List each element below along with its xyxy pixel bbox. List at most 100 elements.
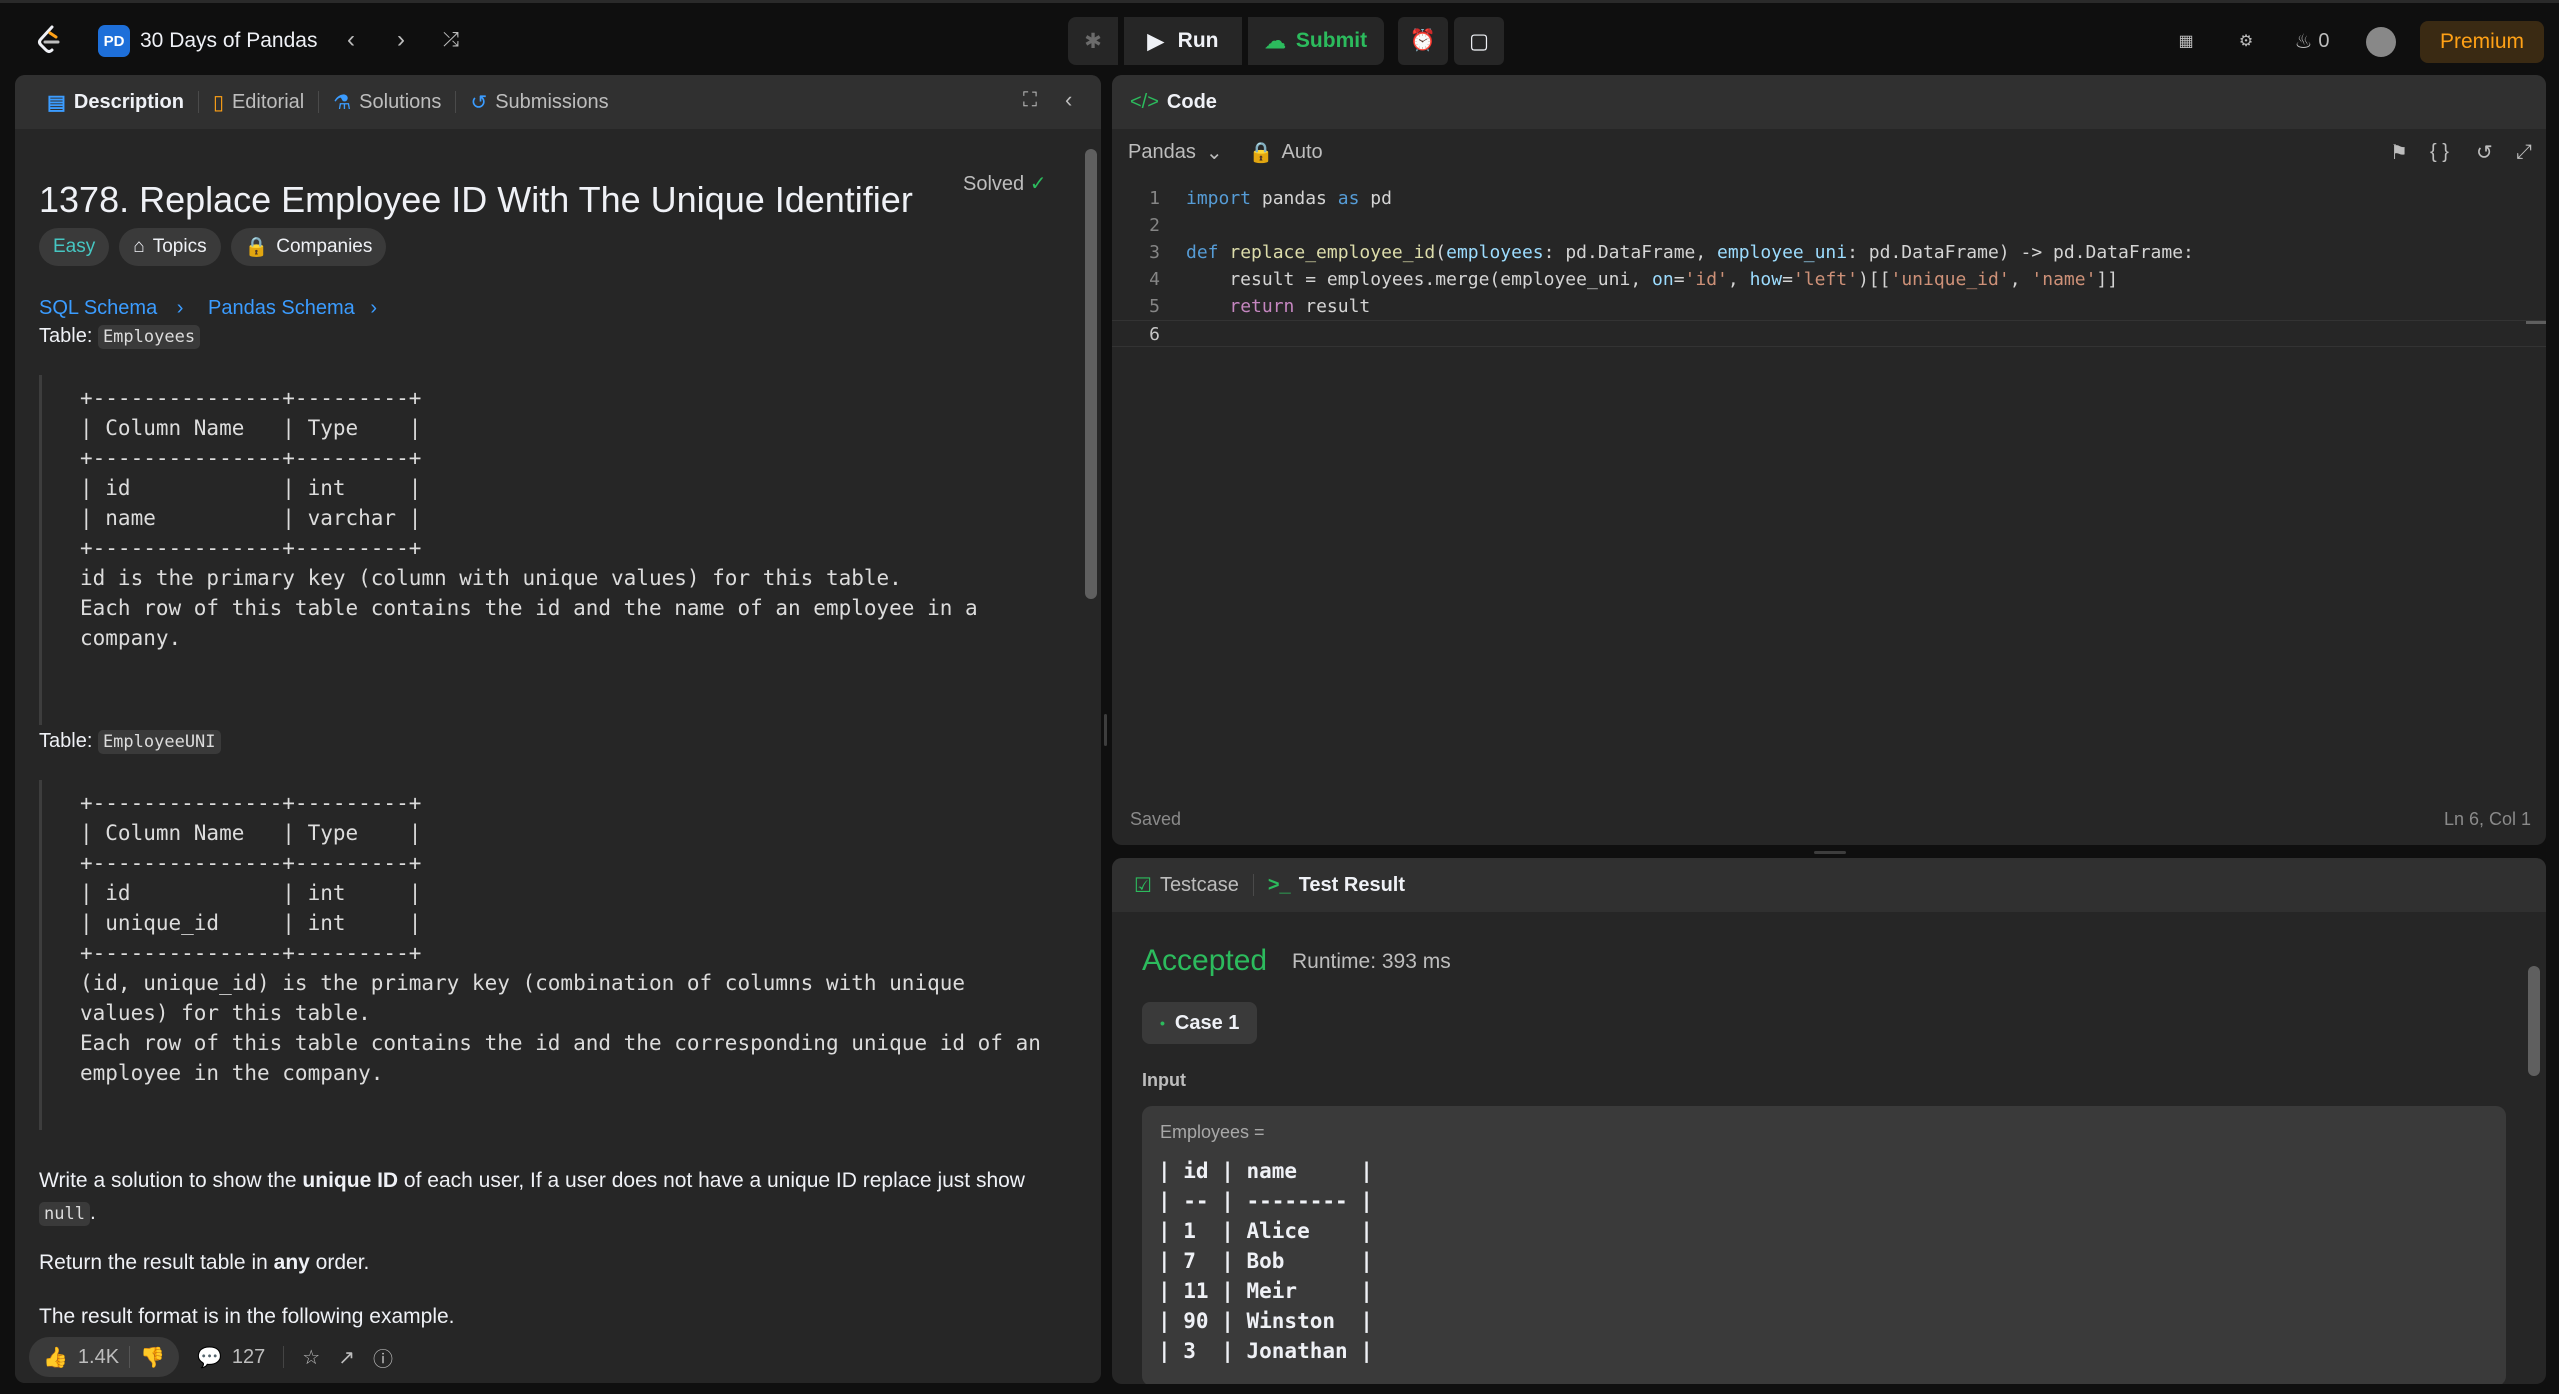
line-content: result = employees.merge(employee_uni, o… — [1186, 269, 2119, 290]
book-icon: ▯ — [212, 91, 224, 114]
submit-button[interactable]: ☁ Submit — [1248, 17, 1384, 65]
timer-button[interactable]: ⏰ — [1398, 17, 1448, 65]
scrollbar-thumb[interactable] — [2528, 966, 2540, 1076]
statement-text: order. — [309, 1251, 370, 1274]
sql-schema-link[interactable]: SQL Schema › — [39, 297, 183, 320]
input-table: | id | name | | -- | -------- | | 1 | Al… — [1158, 1159, 1373, 1363]
result-scrollbar[interactable] — [2524, 912, 2544, 1384]
tab-submissions[interactable]: ↺ Submissions — [456, 75, 622, 129]
reset-icon[interactable]: ↺ — [2476, 140, 2493, 165]
table2-prefix: Table: — [39, 730, 93, 752]
pandas-schema-label: Pandas Schema — [208, 297, 355, 319]
thumbs-down-icon[interactable]: 👎 — [140, 1345, 165, 1370]
notes-button[interactable]: ▢ — [1454, 17, 1504, 65]
comments-button[interactable]: 💬 127 — [197, 1345, 265, 1370]
difficulty-badge: Easy — [39, 228, 110, 266]
debug-button[interactable]: ✱ — [1068, 17, 1118, 65]
companies-chip[interactable]: 🔒 Companies — [230, 228, 387, 266]
shuffle-icon[interactable]: ⤮ — [436, 25, 466, 55]
tab-solutions[interactable]: ⚗ Solutions — [319, 75, 455, 129]
tab-editorial-label: Editorial — [231, 90, 305, 113]
line-number: 6 — [1149, 324, 1160, 345]
chevron-right-icon: › — [176, 297, 184, 319]
table2-heading: Table: EmployeeUNI — [39, 730, 221, 754]
bookmark-icon[interactable]: ⚑ — [2390, 140, 2408, 165]
tab-test-result[interactable]: >_ Test Result — [1254, 858, 1419, 912]
table1-schema-block: +---------------+---------+ | Column Nam… — [39, 375, 1075, 725]
study-plan-title[interactable]: 30 Days of Pandas — [140, 29, 317, 53]
companies-label: Companies — [276, 236, 373, 257]
lock-icon: 🔒 — [1248, 141, 1274, 164]
topics-chip[interactable]: ⌂ Topics — [119, 228, 221, 266]
scrollbar-thumb[interactable] — [1085, 149, 1097, 599]
horizontal-resize-handle[interactable] — [1814, 851, 1846, 854]
submit-label: Submit — [1295, 29, 1368, 52]
line-number: 1 — [1149, 188, 1160, 209]
thumbs-up-icon[interactable]: 👍 — [43, 1345, 68, 1370]
settings-gear-icon[interactable]: ⚙ — [2232, 27, 2260, 55]
description-panel: ▤ Description ▯ Editorial ⚗ Solutions ↺ … — [15, 75, 1101, 1383]
avatar[interactable] — [2366, 27, 2396, 57]
layout-grid-icon[interactable]: ▦ — [2172, 27, 2200, 55]
line-content — [1160, 321, 1186, 346]
tab-submissions-label: Submissions — [495, 90, 609, 113]
line-content: def replace_employee_id(employees: pd.Da… — [1186, 242, 2194, 263]
footer-divider — [283, 1346, 285, 1368]
auto-mode-toggle[interactable]: 🔒 Auto — [1249, 140, 1323, 165]
code-line: 5 return result — [1112, 293, 2546, 320]
like-count: 1.4K — [77, 1345, 120, 1368]
topics-label: Topics — [152, 236, 207, 257]
input-label: Input — [1142, 1070, 1186, 1090]
tag-chips: Easy ⌂ Topics 🔒 Companies — [39, 228, 387, 266]
statement-text: of each user, If a user does not have a … — [398, 1169, 1025, 1192]
tab-description[interactable]: ▤ Description — [33, 75, 198, 129]
case-1-tab[interactable]: • Case 1 — [1142, 1002, 1258, 1044]
auto-mode-label: Auto — [1281, 140, 1323, 163]
input-box: Employees = | id | name | | -- | -------… — [1142, 1106, 2506, 1384]
table1-prefix: Table: — [39, 325, 93, 347]
format-braces-icon[interactable]: { } — [2430, 141, 2449, 164]
top-bar: PD 30 Days of Pandas ‹ › ⤮ ✱ ▶ Run ☁ Sub… — [0, 0, 2559, 76]
document-icon: ▤ — [47, 91, 66, 114]
code-editor[interactable]: 1 import pandas as pd 2 3 def replace_empl… — [1112, 185, 2546, 347]
share-icon[interactable]: ↗ — [338, 1345, 355, 1370]
run-button[interactable]: ▶ Run — [1124, 17, 1242, 65]
code-line: 3 def replace_employee_id(employees: pd.D… — [1112, 239, 2546, 266]
fire-icon: ♨ — [2294, 30, 2313, 53]
description-footer: 👍 1.4K 👎 💬 127 ☆ ↗ ⓘ — [15, 1331, 1101, 1383]
language-select[interactable]: Pandas ⌄ — [1128, 140, 1223, 165]
statement-bold: unique ID — [302, 1169, 399, 1192]
chevron-down-icon: ⌄ — [1205, 141, 1223, 164]
pass-dot-icon: • — [1160, 1015, 1165, 1031]
tab-editorial[interactable]: ▯ Editorial — [199, 75, 318, 129]
code-line: 4 result = employees.merge(employee_uni,… — [1112, 266, 2546, 293]
pandas-schema-link[interactable]: Pandas Schema › — [208, 297, 377, 320]
alarm-clock-icon: ⏰ — [1409, 29, 1437, 52]
collapse-icon[interactable]: ‹ — [1065, 87, 1072, 113]
vertical-resize-handle[interactable] — [1104, 714, 1107, 746]
statement-text: Return the result table in — [39, 1251, 274, 1274]
line-number: 5 — [1149, 296, 1160, 317]
line-number: 2 — [1149, 215, 1160, 236]
code-header-label: Code — [1166, 90, 1217, 113]
code-line-current: 6 — [1112, 320, 2546, 347]
like-dislike-group: 👍 1.4K 👎 — [29, 1337, 179, 1377]
tab-testcase[interactable]: ☑ Testcase — [1120, 858, 1253, 912]
table2-name: EmployeeUNI — [97, 730, 221, 754]
help-circle-icon[interactable]: ⓘ — [373, 1343, 393, 1372]
comment-count: 127 — [231, 1345, 266, 1368]
expand-icon[interactable]: ⤢ — [2516, 141, 2532, 164]
play-icon: ▶ — [1147, 29, 1164, 53]
code-line: 2 — [1112, 212, 2546, 239]
code-toolbar: Pandas ⌄ 🔒 Auto ⚑ { } ↺ ⤢ — [1112, 129, 2546, 175]
star-icon[interactable]: ☆ — [302, 1345, 320, 1370]
cloud-upload-icon: ☁ — [1264, 29, 1286, 53]
description-scrollbar[interactable] — [1081, 129, 1101, 1325]
fullscreen-icon[interactable]: ⛶ — [1023, 89, 1037, 112]
prev-problem-icon[interactable]: ‹ — [336, 25, 366, 55]
input-variable-name: Employees = — [1160, 1122, 1265, 1142]
leetcode-logo-icon[interactable] — [32, 23, 66, 57]
premium-button[interactable]: Premium — [2420, 21, 2544, 63]
streak-counter[interactable]: ♨ 0 — [2288, 27, 2336, 55]
next-problem-icon[interactable]: › — [386, 25, 416, 55]
